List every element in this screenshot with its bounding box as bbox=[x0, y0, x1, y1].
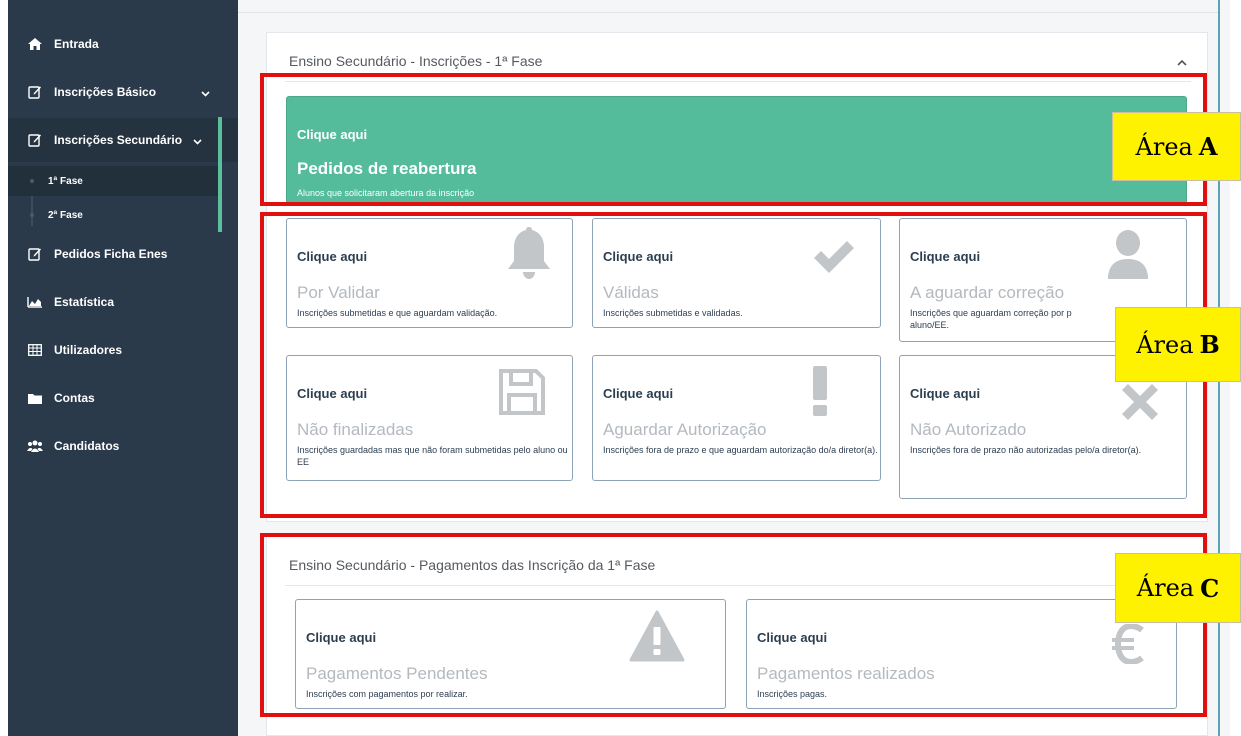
area-a-highlight bbox=[260, 73, 1207, 206]
table-icon bbox=[26, 344, 44, 356]
edit-icon bbox=[26, 133, 44, 147]
area-a-label: Área A bbox=[1112, 112, 1241, 181]
area-b-highlight bbox=[260, 212, 1207, 518]
sidebar-item-label: Entrada bbox=[54, 37, 99, 51]
sidebar-item-candidatos[interactable]: Candidatos bbox=[8, 424, 238, 468]
sidebar-item-inscricoes-secundario[interactable]: Inscrições Secundário bbox=[8, 118, 238, 162]
users-icon bbox=[26, 440, 44, 452]
sidebar-subitem-fase-2[interactable]: 2ª Fase bbox=[8, 200, 220, 230]
sidebar-item-contas[interactable]: Contas bbox=[8, 376, 238, 420]
sidebar-item-label: Utilizadores bbox=[54, 343, 123, 357]
sidebar-item-label: Inscrições Básico bbox=[54, 85, 157, 99]
sidebar-item-label: Pedidos Ficha Enes bbox=[54, 247, 168, 261]
area-chart-icon bbox=[26, 296, 44, 308]
sidebar-item-entrada[interactable]: Entrada bbox=[8, 22, 238, 66]
sidebar-item-label: Estatística bbox=[54, 295, 115, 309]
sidebar-item-estatistica[interactable]: Estatística bbox=[8, 280, 238, 324]
sidebar-item-label: Candidatos bbox=[54, 439, 120, 453]
sidebar-item-inscricoes-basico[interactable]: Inscrições Básico bbox=[8, 70, 238, 114]
sidebar-subitem-fase-1[interactable]: 1ª Fase bbox=[8, 166, 220, 196]
bullet-icon bbox=[30, 213, 34, 217]
chevron-down-icon bbox=[193, 134, 202, 148]
sidebar-subitem-label: 2ª Fase bbox=[48, 209, 83, 221]
area-b-label: Área B bbox=[1115, 307, 1241, 382]
folder-icon bbox=[26, 393, 44, 404]
sidebar-item-pedidos-ficha-enes[interactable]: Pedidos Ficha Enes bbox=[8, 232, 238, 276]
area-label-letter: A bbox=[1198, 132, 1218, 161]
home-icon bbox=[26, 38, 44, 50]
divider bbox=[238, 12, 1220, 13]
edit-icon bbox=[26, 85, 44, 99]
area-label-letter: B bbox=[1199, 330, 1220, 359]
sidebar-item-label: Inscrições Secundário bbox=[54, 133, 183, 147]
edit-icon bbox=[26, 247, 44, 261]
area-c-highlight bbox=[260, 533, 1207, 717]
area-label-word: Área bbox=[1135, 132, 1193, 161]
sidebar-subitem-label: 1ª Fase bbox=[48, 175, 83, 187]
area-label-letter: C bbox=[1200, 573, 1220, 603]
sidebar: Entrada Inscrições Básico Inscrições Sec… bbox=[8, 0, 238, 736]
area-label-word: Área bbox=[1136, 574, 1195, 602]
sidebar-item-label: Contas bbox=[54, 391, 95, 405]
collapse-chevron-icon[interactable] bbox=[1177, 53, 1187, 71]
active-indicator bbox=[218, 117, 222, 232]
bullet-icon bbox=[30, 179, 34, 183]
area-label-word: Área bbox=[1136, 330, 1194, 359]
section-title: Ensino Secundário - Inscrições - 1ª Fase bbox=[289, 53, 543, 69]
chevron-down-icon bbox=[201, 86, 210, 100]
sidebar-item-utilizadores[interactable]: Utilizadores bbox=[8, 328, 238, 372]
area-c-label: Área C bbox=[1115, 553, 1241, 623]
